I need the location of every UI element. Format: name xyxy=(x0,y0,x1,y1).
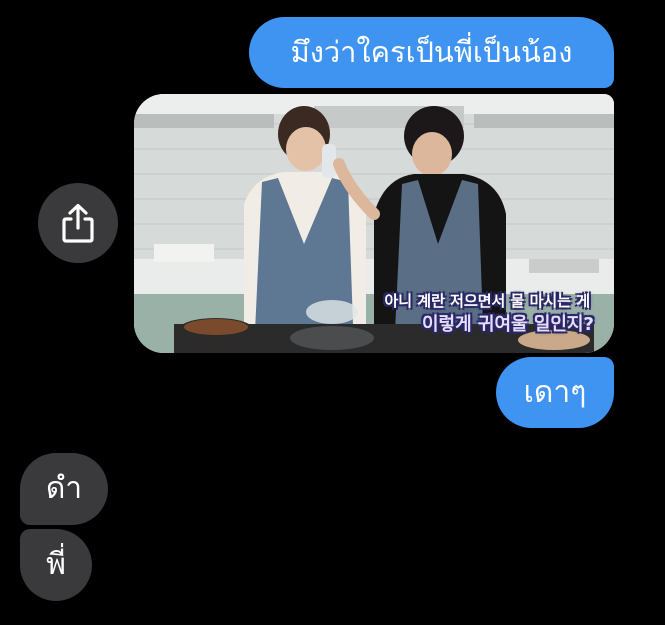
message-text: มึงว่าใครเป็นพี่เป็นน้อง xyxy=(290,35,573,69)
message-text: เดาๆ xyxy=(523,374,587,410)
incoming-message-bubble[interactable]: ดำ xyxy=(20,453,108,525)
video-caption-line: 이렇게 귀여울 일인지? xyxy=(421,314,594,335)
share-button[interactable] xyxy=(38,183,118,263)
message-text: พี่ xyxy=(46,547,66,582)
outgoing-message-bubble[interactable]: เดาๆ xyxy=(496,357,614,428)
video-caption-line: 아니 계란 저으면서 물 마시는 게 xyxy=(384,292,590,310)
incoming-message-bubble[interactable]: พี่ xyxy=(20,529,92,601)
share-icon xyxy=(62,203,94,243)
image-message[interactable]: 아니 계란 저으면서 물 마시는 게 이렇게 귀여울 일인지? xyxy=(134,94,614,353)
message-text: ดำ xyxy=(45,471,83,506)
chat-thread: มึงว่าใครเป็นพี่เป็นน้อง 아니 계란 저으면서 물 마시… xyxy=(0,0,665,625)
outgoing-message-bubble[interactable]: มึงว่าใครเป็นพี่เป็นน้อง xyxy=(249,17,614,88)
